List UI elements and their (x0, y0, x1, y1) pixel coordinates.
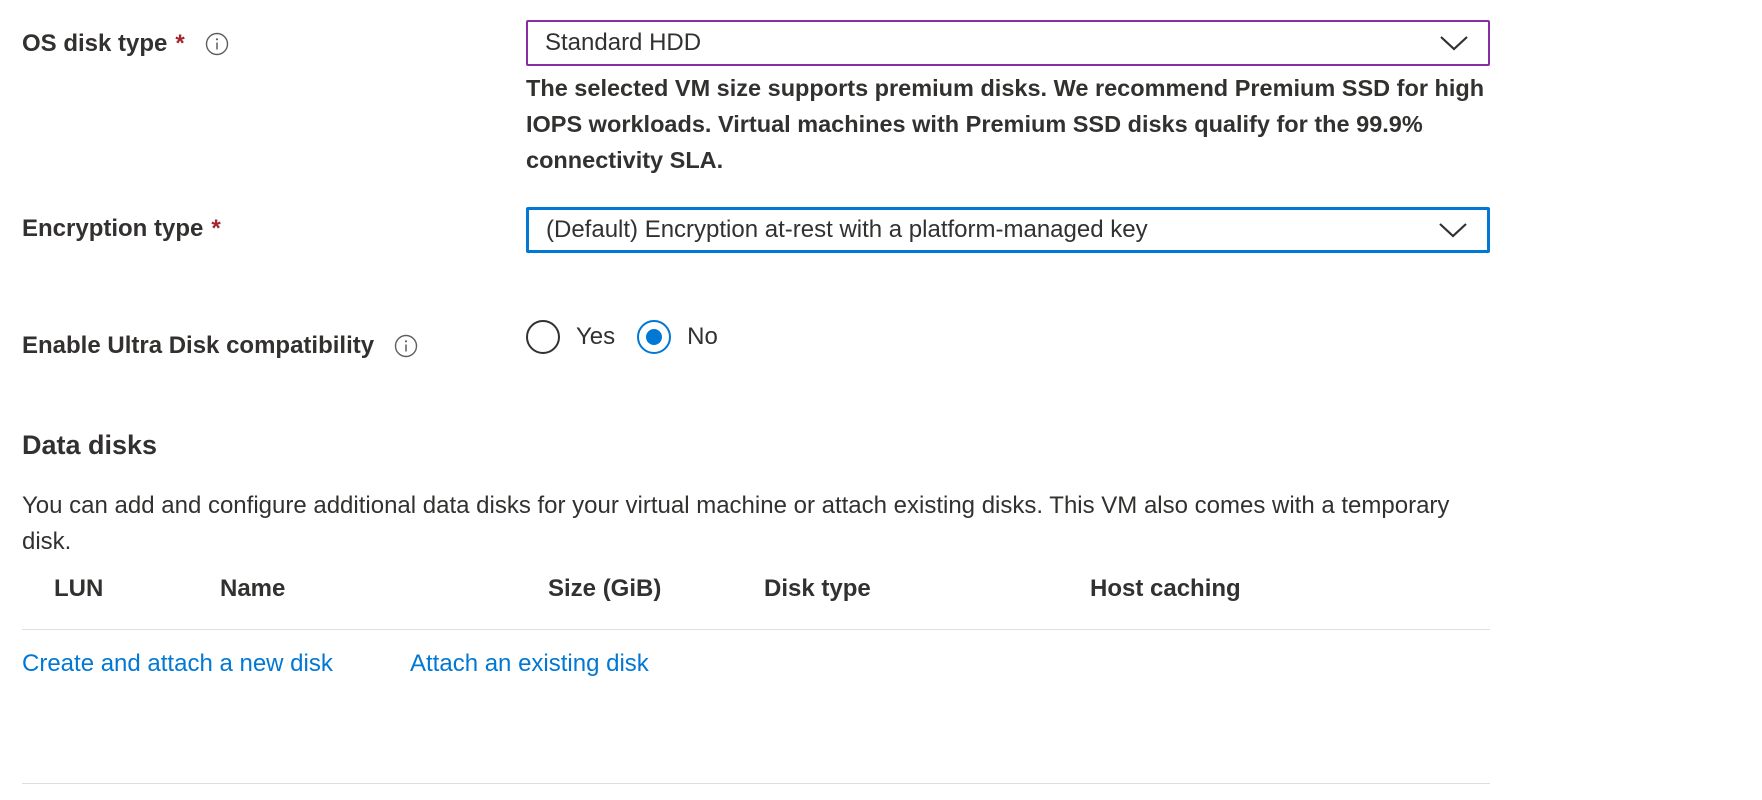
info-icon[interactable] (205, 32, 229, 56)
encryption-type-text: Encryption type (22, 215, 204, 242)
ultra-disk-text: Enable Ultra Disk compatibility (22, 332, 375, 359)
divider (22, 783, 1490, 784)
encryption-type-value: (Default) Encryption at-rest with a plat… (546, 216, 1148, 243)
radio-no-label: No (687, 323, 718, 350)
ultra-disk-no-radio[interactable]: No (637, 320, 718, 354)
column-header-lun: LUN (54, 575, 104, 602)
column-header-name: Name (220, 575, 286, 602)
required-asterisk: * (211, 215, 221, 242)
premium-disk-recommendation: The selected VM size supports premium di… (526, 75, 1485, 173)
ultra-disk-label: Enable Ultra Disk compatibility (22, 332, 418, 360)
encryption-type-dropdown[interactable]: (Default) Encryption at-rest with a plat… (526, 207, 1490, 253)
os-disk-type-value: Standard HDD (545, 29, 702, 56)
radio-yes-label: Yes (576, 323, 616, 350)
os-disk-type-label: OS disk type * (22, 30, 229, 58)
create-attach-disk-link[interactable]: Create and attach a new disk (22, 650, 333, 678)
data-disks-table-header: LUN Name Size (GiB) Disk type Host cachi… (22, 575, 1490, 630)
encryption-type-label: Encryption type * (22, 215, 221, 243)
os-disk-type-dropdown[interactable]: Standard HDD (526, 20, 1490, 66)
radio-checked-icon (637, 320, 672, 354)
os-disk-type-text: OS disk type (22, 30, 168, 57)
chevron-down-icon (1440, 36, 1468, 51)
info-icon[interactable] (394, 334, 418, 358)
chevron-down-icon (1439, 223, 1467, 238)
data-disks-heading: Data disks (22, 430, 158, 460)
data-disks-description: You can add and configure additional dat… (22, 492, 1450, 555)
radio-unchecked-icon (526, 320, 560, 354)
required-asterisk: * (175, 30, 185, 57)
attach-existing-disk-link[interactable]: Attach an existing disk (410, 650, 649, 678)
disks-form: OS disk type * Standard HDD The selected… (0, 0, 1762, 800)
column-header-disk-type: Disk type (764, 575, 871, 602)
column-header-host-caching: Host caching (1090, 575, 1241, 602)
column-header-size: Size (GiB) (548, 575, 662, 602)
ultra-disk-radio-group: Yes No (526, 320, 740, 354)
ultra-disk-yes-radio[interactable]: Yes (526, 320, 615, 354)
